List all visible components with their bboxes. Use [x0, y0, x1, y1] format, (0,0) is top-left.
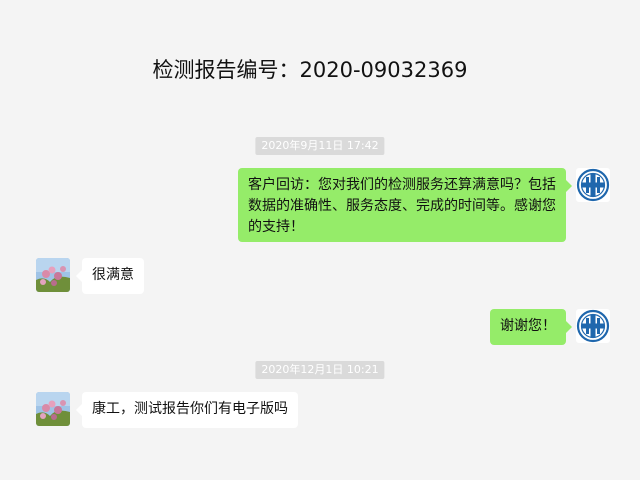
- incoming-message-bubble[interactable]: 很满意: [76, 258, 144, 294]
- timestamp-badge: 2020年9月11日 17:42: [255, 137, 385, 155]
- customer-avatar[interactable]: [36, 392, 70, 426]
- timestamp-badge: 2020年12月1日 10:21: [255, 361, 385, 379]
- flower-photo-icon: [36, 258, 70, 292]
- outgoing-message-bubble[interactable]: 客户回访：您对我们的检测服务还算满意吗？包括数据的准确性、服务态度、完成的时间等…: [238, 168, 572, 242]
- company-avatar[interactable]: [576, 309, 610, 343]
- flower-photo-icon: [36, 392, 70, 426]
- page-title: 检测报告编号：2020-09032369: [152, 58, 468, 82]
- outgoing-message-bubble[interactable]: 谢谢您！: [490, 309, 572, 345]
- company-avatar[interactable]: [576, 168, 610, 202]
- company-logo-icon: [576, 168, 610, 202]
- customer-avatar[interactable]: [36, 258, 70, 292]
- incoming-message-bubble[interactable]: 康工，测试报告你们有电子版吗: [76, 392, 298, 428]
- company-logo-icon: [576, 309, 610, 343]
